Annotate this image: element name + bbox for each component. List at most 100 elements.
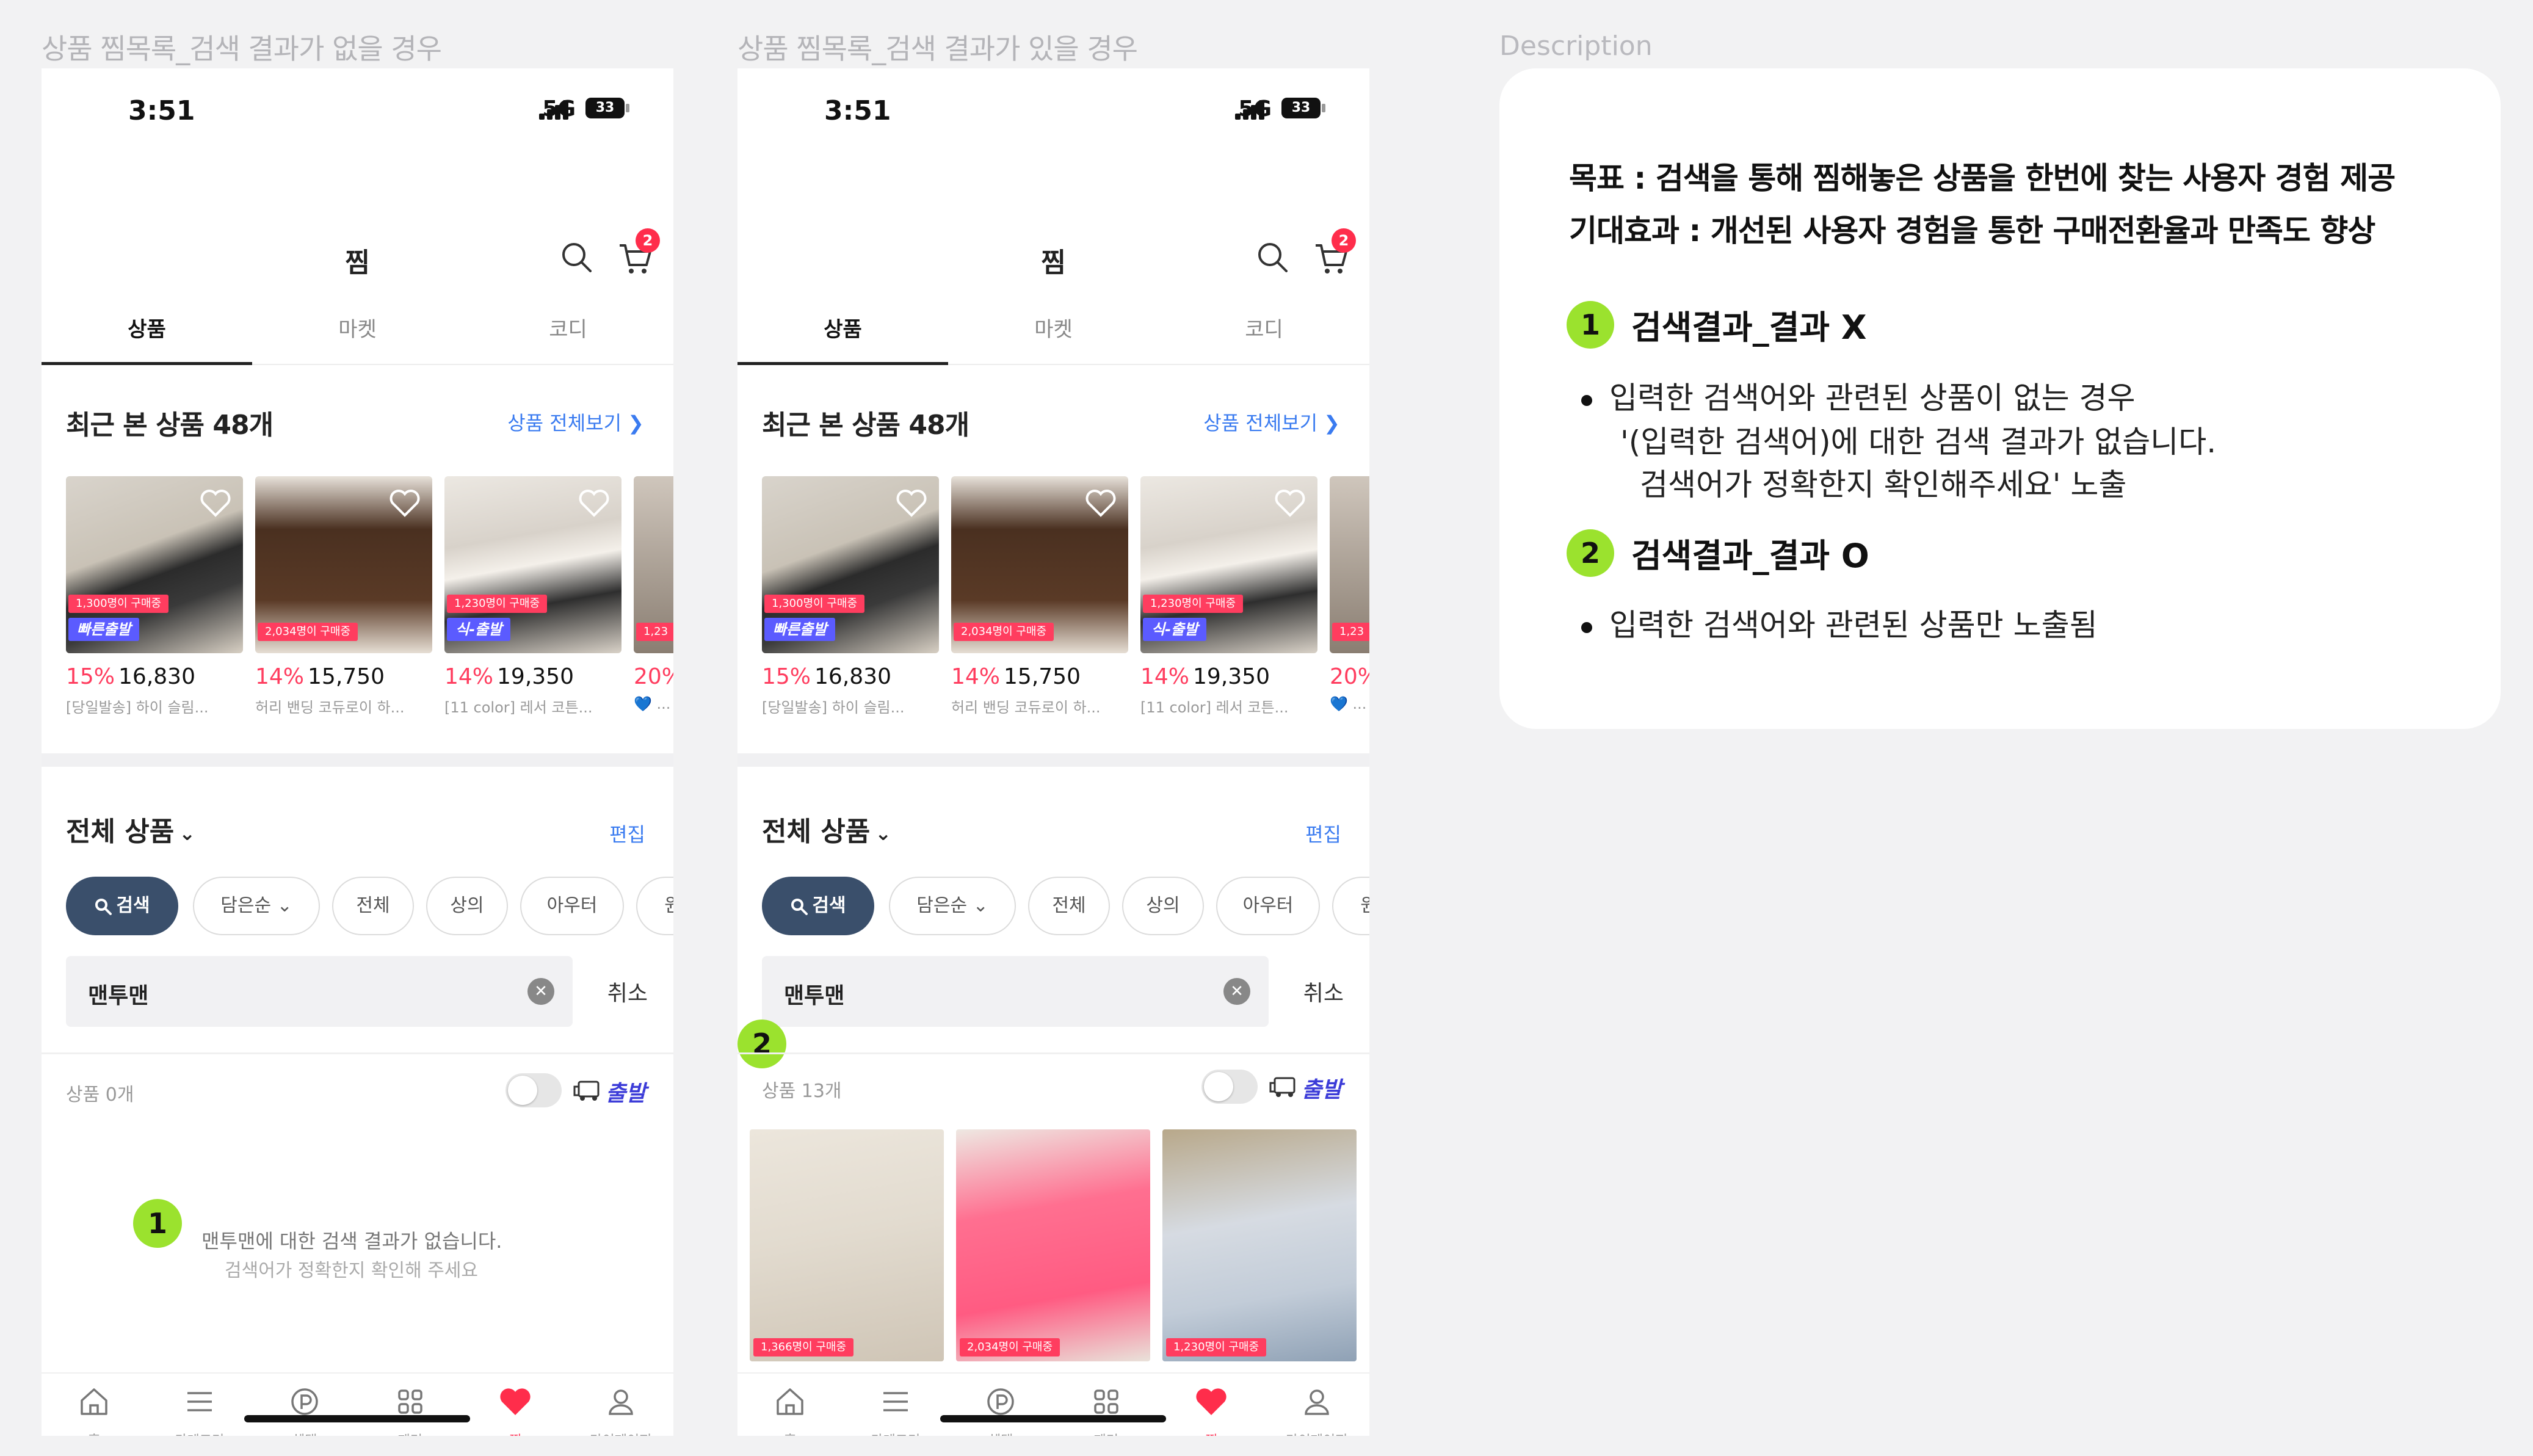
- nav-home[interactable]: 홈: [42, 1374, 147, 1436]
- purchase-tag: 1,230명이 구매중: [447, 595, 548, 613]
- purchase-tag: 2,034명이 구매중: [258, 623, 358, 641]
- nav-home[interactable]: 홈: [737, 1374, 843, 1436]
- product-card[interactable]: 1,366명이 구매중: [750, 1129, 944, 1361]
- tab-coordi[interactable]: 코디: [1159, 299, 1369, 364]
- heart-icon: [1196, 1388, 1227, 1415]
- heart-outline-icon[interactable]: [578, 488, 611, 518]
- recent-product-card[interactable]: 2,034명이 구매중 14% 15,750 허리 밴딩 코듀로이 하...: [255, 476, 432, 717]
- tab-bar: 상품 마켓 코디: [737, 299, 1369, 365]
- product-thumbnail[interactable]: 2,034명이 구매중: [951, 476, 1128, 653]
- purchase-tag: 2,034명이 구매중: [960, 1338, 1060, 1356]
- heart-outline-icon[interactable]: [1084, 488, 1117, 518]
- product-thumbnail[interactable]: 1,230명이 구매중 식-출발: [1140, 476, 1317, 653]
- status-bar: 3:51 5G 33: [737, 68, 1369, 160]
- product-name: [당일발송] 하이 슬림...: [762, 699, 905, 716]
- product-thumbnail[interactable]: 1,23: [634, 476, 673, 653]
- delivery-toggle[interactable]: [1201, 1070, 1258, 1104]
- sort-chip[interactable]: 담은순 ⌄: [193, 877, 320, 935]
- description-caption: Description: [1499, 31, 1653, 62]
- heart-outline-icon[interactable]: [388, 488, 421, 518]
- purchase-tag: 1,230명이 구매중: [1166, 1338, 1267, 1356]
- product-thumbnail[interactable]: 1,300명이 구매중 빠른출발: [66, 476, 243, 653]
- product-count: 상품 0개: [66, 1084, 134, 1106]
- purchase-tag: 2,034명이 구매중: [954, 623, 1054, 641]
- menu-icon: [883, 1392, 908, 1411]
- fast-delivery-tag: 식-출발: [447, 618, 511, 641]
- edit-button[interactable]: 편집: [1305, 819, 1341, 847]
- nav-wishlist[interactable]: 찜: [1159, 1374, 1264, 1436]
- recent-product-card[interactable]: 1,230명이 구매중 식-출발 14% 19,350 [11 color] 레서…: [1140, 476, 1317, 717]
- price: 19,350: [497, 664, 574, 689]
- product-card[interactable]: 2,034명이 구매중: [956, 1129, 1150, 1361]
- nav-benefit[interactable]: 혜택: [948, 1374, 1054, 1436]
- chip-top[interactable]: 상의: [426, 877, 508, 935]
- tab-products[interactable]: 상품: [42, 299, 252, 365]
- search-input[interactable]: 맨투맨 ✕: [762, 956, 1269, 1027]
- all-products-dropdown[interactable]: 전체 상품 ⌄: [762, 809, 891, 849]
- nav-category[interactable]: 카테고리: [147, 1374, 253, 1436]
- fast-delivery-tag: 빠른출발: [68, 618, 140, 641]
- recent-product-card[interactable]: 2,034명이 구매중 14% 15,750 허리 밴딩 코듀로이 하...: [951, 476, 1128, 717]
- price: 16,830: [814, 664, 891, 689]
- clear-icon[interactable]: ✕: [1223, 978, 1250, 1005]
- tab-coordi[interactable]: 코디: [463, 299, 673, 364]
- all-products-dropdown[interactable]: 전체 상품 ⌄: [66, 809, 195, 849]
- section-1-line-3: 검색어가 정확한지 확인해주세요' 노출: [1640, 467, 2127, 502]
- status-bar: 3:51 5G 33: [42, 68, 673, 160]
- edit-button[interactable]: 편집: [609, 819, 645, 847]
- description-card: 목표 : 검색을 통해 찜해놓은 상품을 한번에 찾는 사용자 경험 제공 기대…: [1499, 68, 2501, 729]
- sort-chip[interactable]: 담은순 ⌄: [889, 877, 1016, 935]
- view-all-link[interactable]: 상품 전체보기 ❯: [1203, 408, 1340, 436]
- heart-outline-icon[interactable]: [1274, 488, 1306, 518]
- chip-all[interactable]: 전체: [332, 877, 414, 935]
- product-thumbnail[interactable]: 2,034명이 구매중: [255, 476, 432, 653]
- view-all-link[interactable]: 상품 전체보기 ❯: [507, 408, 644, 436]
- recent-product-card[interactable]: 1,230명이 구매중 식-출발 14% 19,350 [11 color] 레서…: [444, 476, 621, 717]
- home-indicator: [244, 1415, 470, 1422]
- product-thumbnail[interactable]: 1,230명이 구매중 식-출발: [444, 476, 621, 653]
- cancel-button[interactable]: 취소: [1303, 976, 1344, 1007]
- heart-outline-icon[interactable]: [199, 488, 232, 518]
- product-count: 상품 13개: [762, 1081, 842, 1102]
- filter-chips: 검색 담은순 ⌄ 전체 상의 아우터 원: [57, 877, 673, 935]
- tab-market[interactable]: 마켓: [252, 299, 463, 364]
- recent-product-card[interactable]: 1,23 20% 💙 ...: [634, 476, 673, 712]
- heart-outline-icon[interactable]: [895, 488, 928, 518]
- chip-top[interactable]: 상의: [1122, 877, 1204, 935]
- delivery-toggle[interactable]: [506, 1073, 562, 1107]
- recent-product-card[interactable]: 1,300명이 구매중 빠른출발 15% 16,830 [당일발송] 하이 슬림.…: [66, 476, 243, 717]
- recent-product-card[interactable]: 1,23 20% 💙 ...: [1330, 476, 1369, 712]
- search-icon[interactable]: [559, 239, 595, 276]
- search-input[interactable]: 맨투맨 ✕: [66, 956, 573, 1027]
- price: 15,750: [308, 664, 385, 689]
- clear-icon[interactable]: ✕: [527, 978, 554, 1005]
- tab-products[interactable]: 상품: [737, 299, 948, 365]
- product-card[interactable]: 1,230명이 구매중: [1162, 1129, 1357, 1361]
- search-chip[interactable]: 검색: [66, 877, 178, 935]
- tab-market[interactable]: 마켓: [948, 299, 1159, 364]
- discount-rate: 14%: [951, 664, 1001, 689]
- nav-zemi[interactable]: 제미: [1054, 1374, 1159, 1436]
- recent-products: 1,300명이 구매중 빠른출발 15% 16,830 [당일발송] 하이 슬림.…: [66, 476, 673, 726]
- nav-mypage[interactable]: 마이페이지: [568, 1374, 674, 1436]
- cancel-button[interactable]: 취소: [607, 976, 648, 1007]
- search-icon[interactable]: [1255, 239, 1291, 276]
- nav-mypage[interactable]: 마이페이지: [1264, 1374, 1370, 1436]
- chip-outer[interactable]: 아우터: [520, 877, 624, 935]
- chip-more[interactable]: 원: [636, 877, 673, 935]
- chip-all[interactable]: 전체: [1028, 877, 1110, 935]
- chip-more[interactable]: 원: [1332, 877, 1369, 935]
- nav-zemi[interactable]: 제미: [358, 1374, 463, 1436]
- search-value: 맨투맨: [88, 983, 149, 1009]
- product-thumbnail[interactable]: 1,300명이 구매중 빠른출발: [762, 476, 939, 653]
- nav-category[interactable]: 카테고리: [843, 1374, 949, 1436]
- chip-outer[interactable]: 아우터: [1216, 877, 1320, 935]
- nav-benefit[interactable]: 혜택: [252, 1374, 358, 1436]
- recent-product-card[interactable]: 1,300명이 구매중 빠른출발 15% 16,830 [당일발송] 하이 슬림.…: [762, 476, 939, 717]
- product-name: 허리 밴딩 코듀로이 하...: [951, 699, 1101, 716]
- search-chip[interactable]: 검색: [762, 877, 874, 935]
- product-thumbnail[interactable]: 1,23: [1330, 476, 1369, 653]
- product-grid: 1,366명이 구매중 2,034명이 구매중 1,230명이 구매중: [750, 1129, 1360, 1361]
- home-icon: [777, 1388, 803, 1415]
- nav-wishlist[interactable]: 찜: [463, 1374, 568, 1436]
